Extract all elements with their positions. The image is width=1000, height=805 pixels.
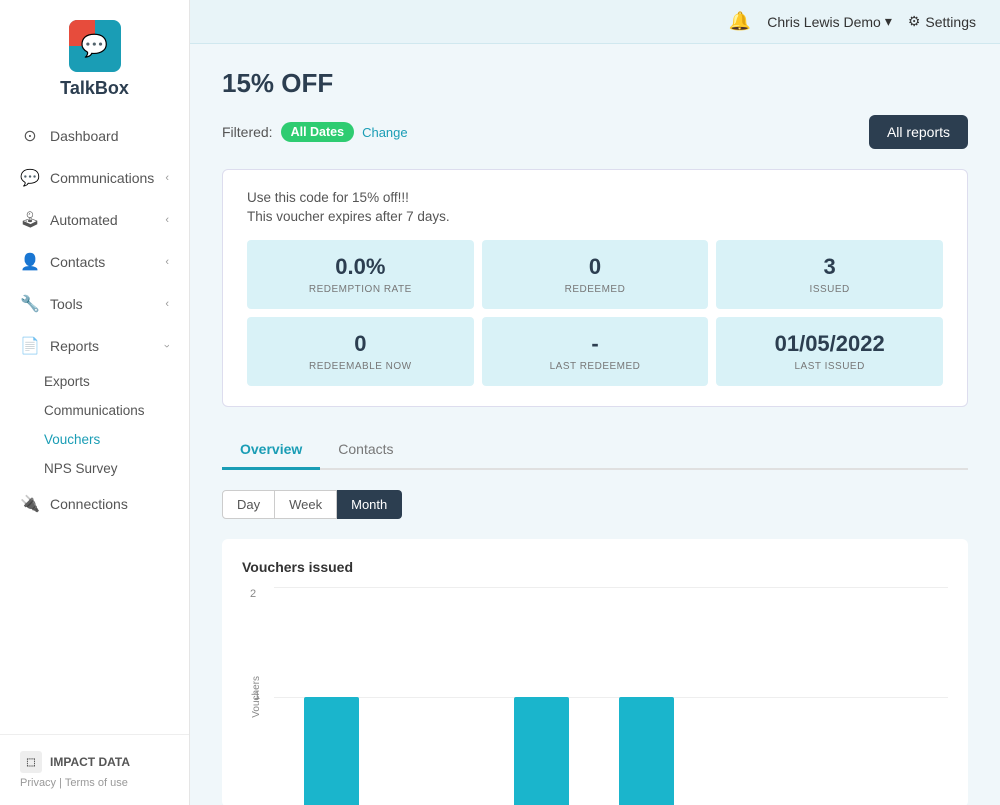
gear-icon: ⚙ [908,13,921,30]
period-month-button[interactable]: Month [337,490,402,519]
main-content: 15% OFF Filtered: All Dates Change All r… [190,44,1000,805]
stat-value: - [498,331,693,357]
stats-grid: 0.0% REDEMPTION RATE 0 REDEEMED 3 ISSUED… [247,240,943,386]
footer-links: Privacy | Terms of use [20,777,169,789]
logo-icon [69,20,121,72]
sidebar-item-automated[interactable]: 🕹 Automated ‹ [0,199,189,241]
sidebar-item-label: Communications [50,170,155,186]
tabs: Overview Contacts [222,431,968,470]
period-week-button[interactable]: Week [275,490,337,519]
stat-redeemed: 0 REDEEMED [482,240,709,309]
stat-label: REDEEMABLE NOW [263,361,458,372]
y-value-max: 2 [250,588,256,600]
all-reports-button[interactable]: All reports [869,115,968,149]
stat-label: REDEMPTION RATE [263,284,458,295]
voucher-description: Use this code for 15% off!!! [247,190,943,205]
impact-icon: ⬚ [20,751,42,773]
terms-link[interactable]: Terms of use [65,777,128,789]
sidebar-item-label: Contacts [50,254,155,270]
settings-button[interactable]: ⚙ Settings [908,13,976,30]
stat-value: 0 [263,331,458,357]
connections-icon: 🔌 [20,494,40,514]
period-buttons: Day Week Month [222,490,968,519]
chart-section: Vouchers issued Vouchers 2 1 [222,539,968,805]
chart-title: Vouchers issued [242,559,948,575]
sidebar-item-label: Tools [50,296,155,312]
tab-contacts[interactable]: Contacts [320,431,411,470]
stat-last-issued: 01/05/2022 LAST ISSUED [716,317,943,386]
voucher-expiry: This voucher expires after 7 days. [247,209,943,224]
stat-value: 3 [732,254,927,280]
chevron-icon: ‹ [165,172,169,184]
bell-icon[interactable]: 🔔 [729,11,751,32]
user-name: Chris Lewis Demo [767,14,881,30]
sidebar-item-dashboard[interactable]: ⊙ Dashboard [0,115,189,157]
sidebar-footer: ⬚ IMPACT DATA Privacy | Terms of use [0,734,189,805]
filter-change-link[interactable]: Change [362,125,408,140]
automated-icon: 🕹 [20,210,40,230]
stat-label: LAST REDEEMED [498,361,693,372]
bar-3 [514,697,569,805]
chevron-icon: ‹ [165,214,169,226]
sidebar-item-communications[interactable]: 💬 Communications ‹ [0,157,189,199]
user-dropdown-icon: ▾ [885,13,892,30]
sidebar-item-exports[interactable]: Exports [0,367,189,396]
sidebar-item-vouchers[interactable]: Vouchers [0,425,189,454]
page-title: 15% OFF [222,68,968,99]
sidebar-item-nps-survey[interactable]: NPS Survey [0,454,189,483]
chevron-icon: ‹ [165,256,169,268]
sidebar: TalkBox ⊙ Dashboard 💬 Communications ‹ 🕹… [0,0,190,805]
filter-label: Filtered: [222,124,273,140]
sidebar-item-reports[interactable]: 📄 Reports ‹ [0,325,189,367]
voucher-card: Use this code for 15% off!!! This vouche… [222,169,968,407]
stat-issued: 3 ISSUED [716,240,943,309]
chart-canvas: 2 1 [274,587,948,805]
stat-value: 0 [498,254,693,280]
bar-1 [304,697,359,805]
reports-icon: 📄 [20,336,40,356]
sidebar-item-label: Reports [50,338,155,354]
sidebar-item-label: Dashboard [50,128,169,144]
filter-bar: Filtered: All Dates Change All reports [222,115,968,149]
user-menu[interactable]: Chris Lewis Demo ▾ [767,13,892,30]
stat-label: LAST ISSUED [732,361,927,372]
chart-area: Vouchers 2 1 [242,587,948,805]
bar-4 [619,697,674,805]
stat-redeemable-now: 0 REDEEMABLE NOW [247,317,474,386]
app-name: TalkBox [60,78,129,99]
dashboard-icon: ⊙ [20,126,40,146]
sidebar-item-label: Automated [50,212,155,228]
sidebar-item-contacts[interactable]: 👤 Contacts ‹ [0,241,189,283]
contacts-icon: 👤 [20,252,40,272]
privacy-link[interactable]: Privacy [20,777,56,789]
main-area: 🔔 Chris Lewis Demo ▾ ⚙ Settings 15% OFF … [190,0,1000,805]
settings-label: Settings [925,14,976,30]
period-day-button[interactable]: Day [222,490,275,519]
stat-last-redeemed: - LAST REDEEMED [482,317,709,386]
tab-overview[interactable]: Overview [222,431,320,470]
stat-redemption-rate: 0.0% REDEMPTION RATE [247,240,474,309]
chevron-icon: ‹ [165,298,169,310]
stat-label: REDEEMED [498,284,693,295]
y-value-mid: 1 [254,690,260,702]
tools-icon: 🔧 [20,294,40,314]
sidebar-item-communications-sub[interactable]: Communications [0,396,189,425]
impact-data-brand: ⬚ IMPACT DATA [20,751,169,773]
topbar: 🔔 Chris Lewis Demo ▾ ⚙ Settings [190,0,1000,44]
filter-badge[interactable]: All Dates [281,122,355,142]
stat-value: 01/05/2022 [732,331,927,357]
sidebar-item-connections[interactable]: 🔌 Connections [0,483,189,525]
sidebar-item-tools[interactable]: 🔧 Tools ‹ [0,283,189,325]
stat-label: ISSUED [732,284,927,295]
communications-icon: 💬 [20,168,40,188]
sidebar-item-label: Connections [50,496,169,512]
chevron-down-icon: ‹ [161,344,173,348]
logo-container: TalkBox [0,0,189,115]
stat-value: 0.0% [263,254,458,280]
